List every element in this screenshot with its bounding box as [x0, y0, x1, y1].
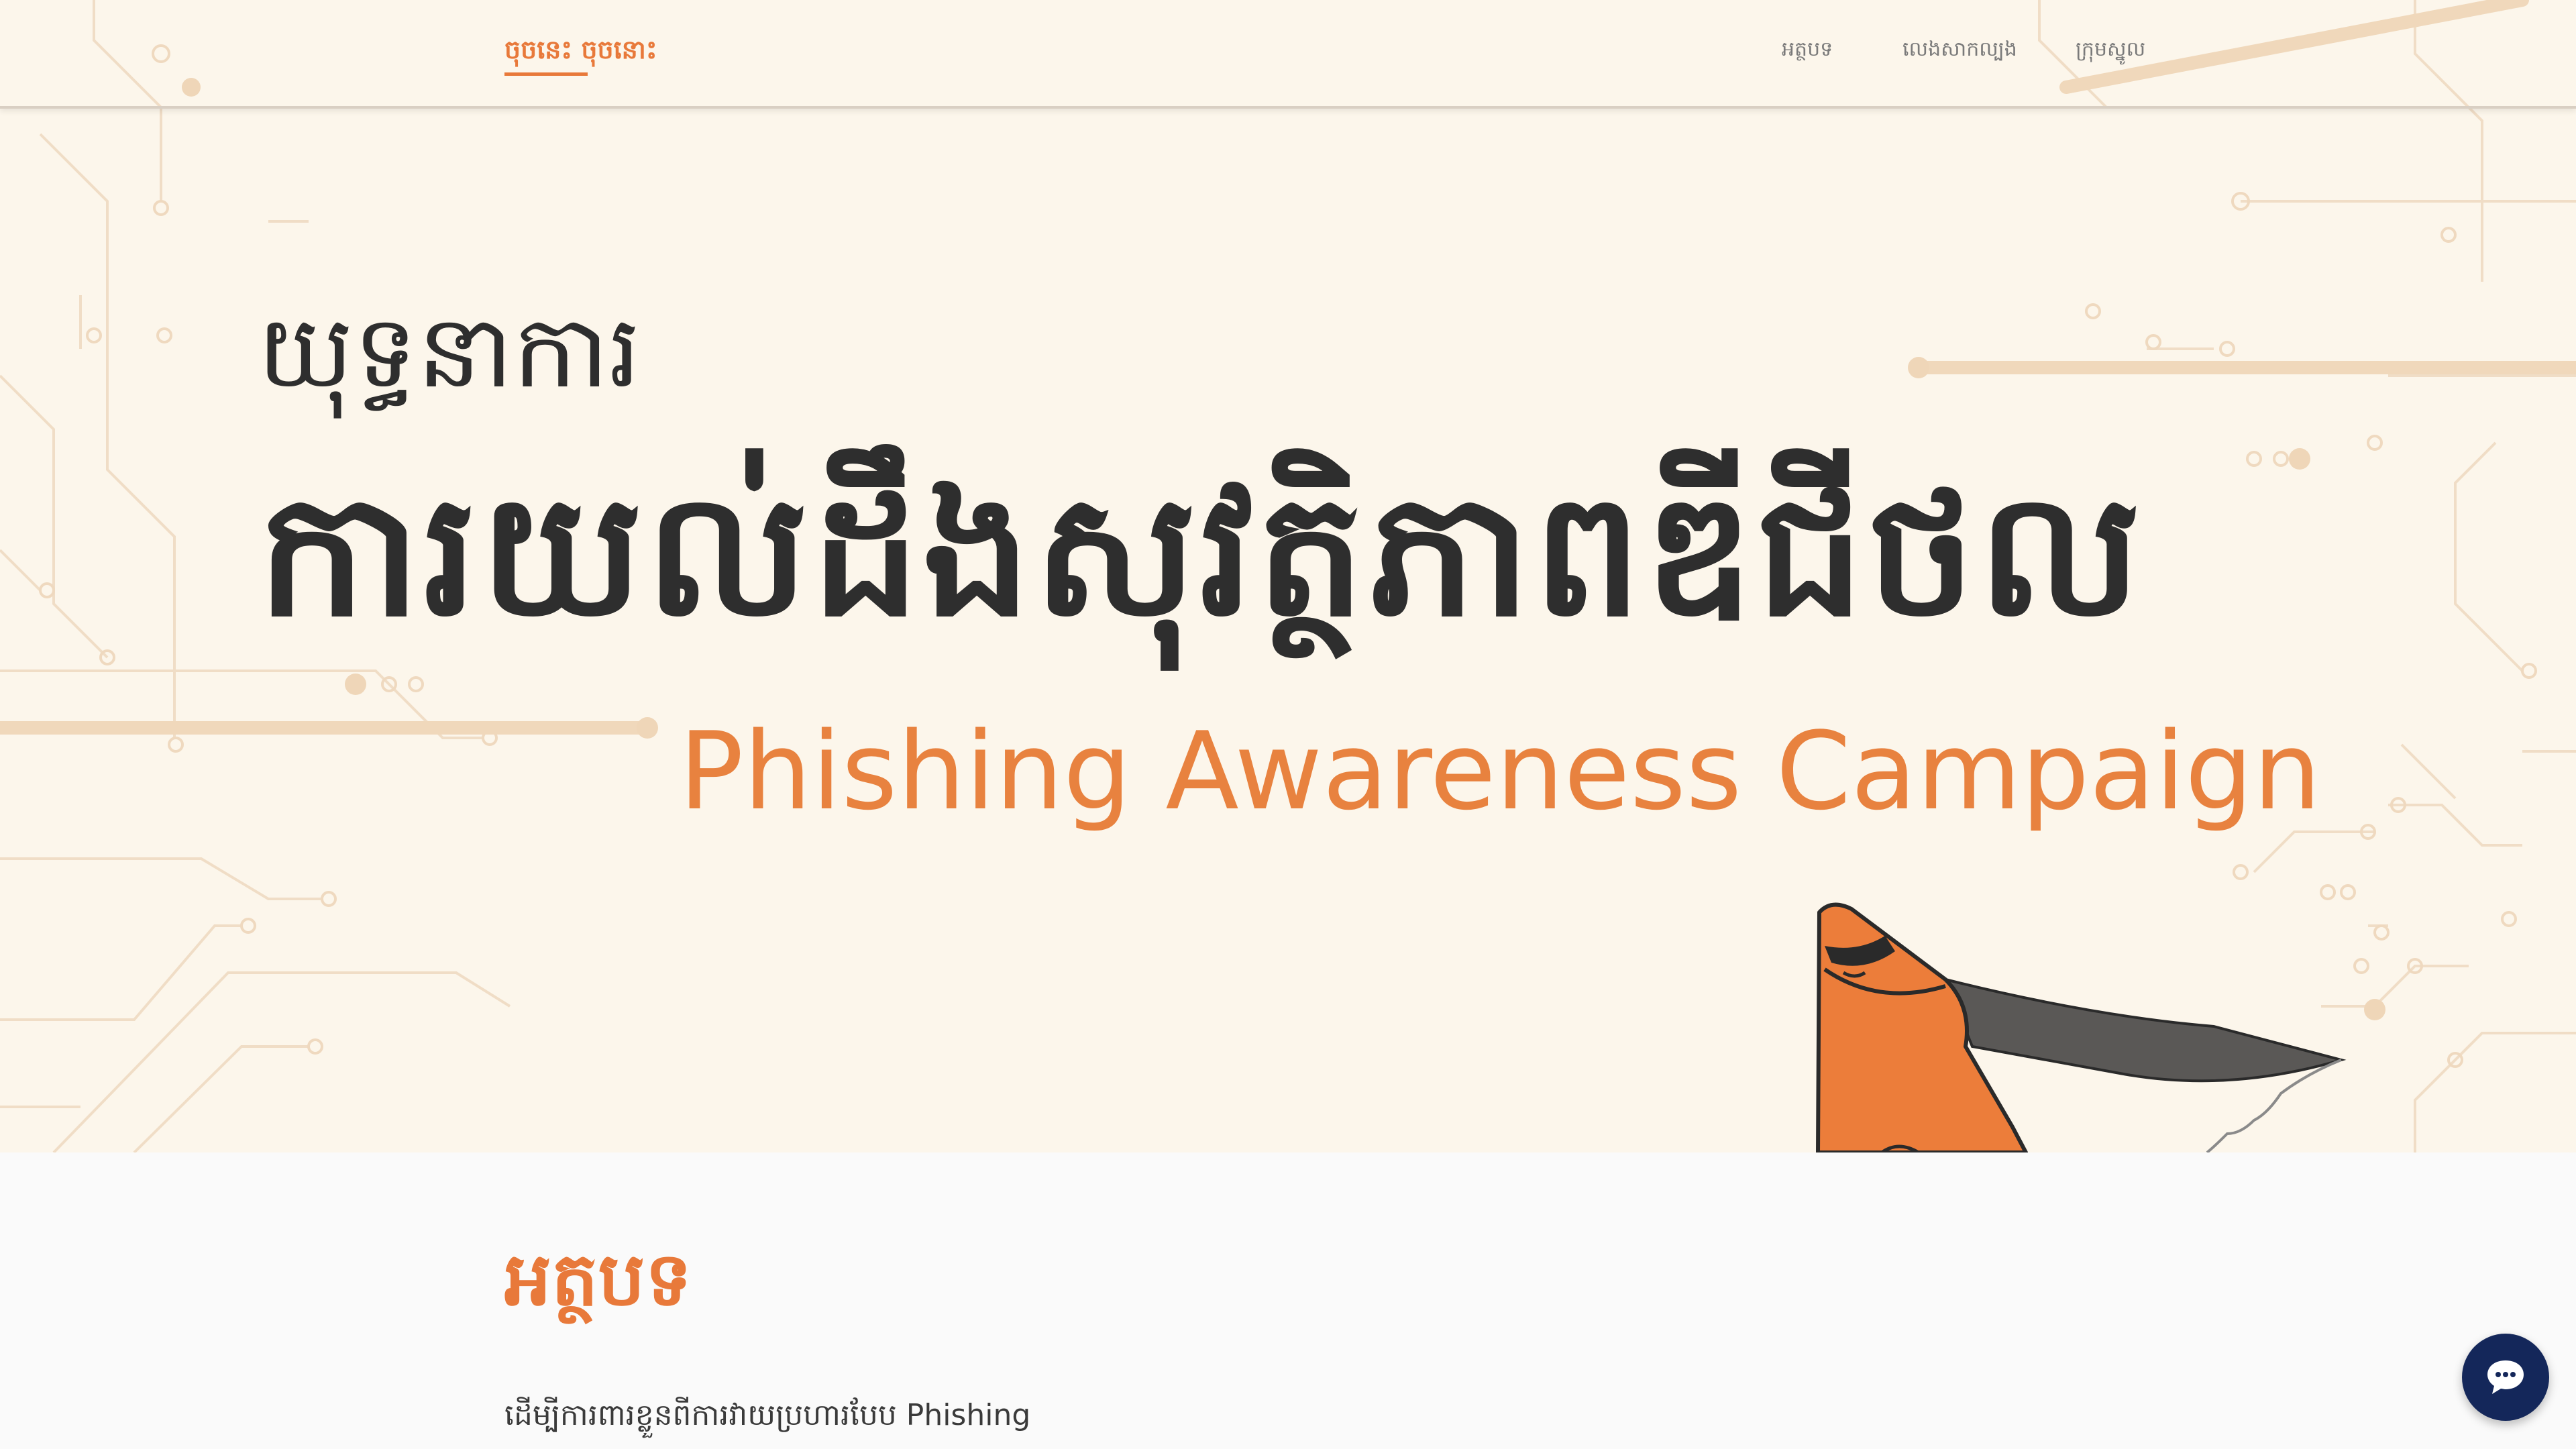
section-intro-text: ដើម្បីការពារខ្លួនពីការវាយប្រហារបែប Phish…: [504, 1398, 1031, 1432]
hero-english-title: Phishing Awareness Campaign: [678, 708, 2321, 834]
chat-button[interactable]: [2462, 1334, 2549, 1421]
brand-logo-link[interactable]: ចុចនេះ ចុចនោះ: [504, 34, 657, 71]
section-title-articles: អត្ថបទ: [504, 1236, 692, 1322]
nav-link-core-team[interactable]: ក្រុមស្នូល: [2076, 36, 2145, 66]
hooded-triangle-mascot-icon: [1816, 902, 2347, 1152]
top-nav-bar: ចុចនេះ ចុចនោះ អត្ថបទ លេងសាកល្បង ក្រុមស្ន…: [0, 0, 2576, 109]
brand-active-underline: [504, 72, 588, 76]
hero-main-title: ការយល់ដឹងសុវត្ថិភាពឌីជីថល: [258, 455, 2144, 655]
hero-banner: ចុចនេះ ចុចនោះ អត្ថបទ លេងសាកល្បង ក្រុមស្ន…: [0, 0, 2576, 1152]
hero-campaign-label: យុទ្ធនាការ: [258, 294, 641, 411]
chat-bubble-icon: [2487, 1360, 2524, 1394]
nav-link-articles[interactable]: អត្ថបទ: [1782, 36, 1833, 66]
nav-link-quiz[interactable]: លេងសាកល្បង: [1902, 36, 2017, 66]
